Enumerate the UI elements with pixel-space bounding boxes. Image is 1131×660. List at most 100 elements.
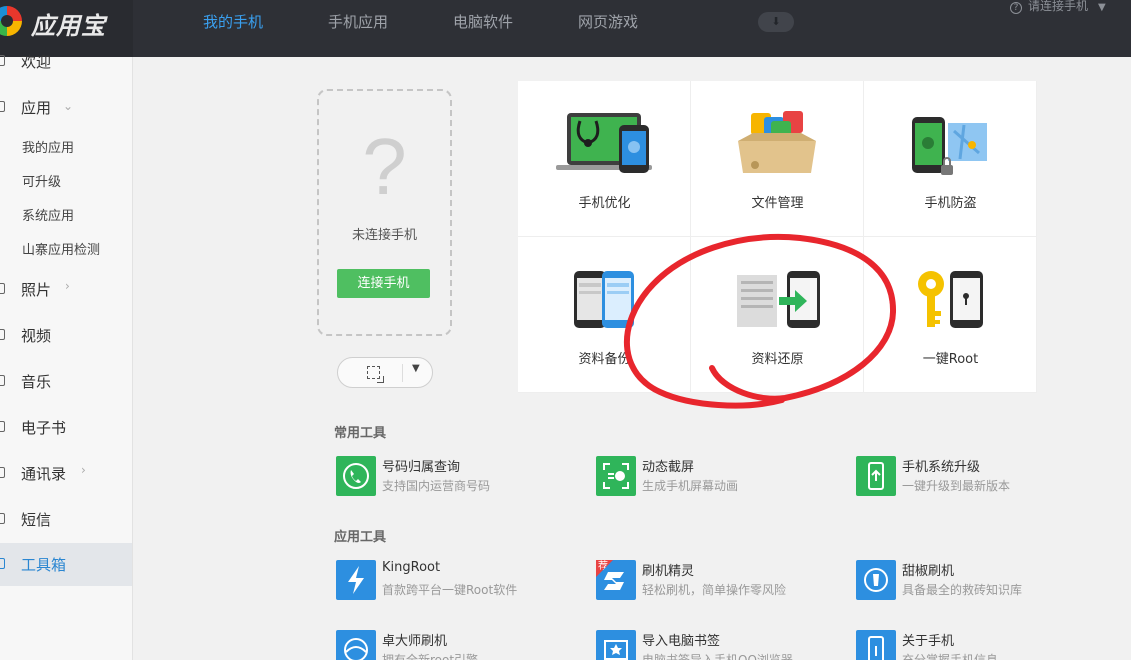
lightning-icon (336, 560, 376, 600)
sidebar-item-ebook[interactable]: 电子书 (0, 417, 132, 439)
tool-phone-lookup[interactable]: 号码归属查询 支持国内运营商号码 (336, 456, 576, 500)
sidebar-sub-upgradable[interactable]: 可升级 (22, 171, 61, 190)
sidebar-item-label: 音乐 (21, 373, 52, 391)
top-bar: 应用宝 我的手机 手机应用 电脑软件 网页游戏 ⬇ ? 请连接手机 ▼ (0, 0, 1131, 57)
connect-hint[interactable]: ? 请连接手机 ▼ (1010, 0, 1106, 14)
tool-desc: 轻松刷机，简单操作零风险 (642, 583, 787, 597)
grid-item-backup[interactable]: 资料备份 (518, 237, 691, 393)
tool-about-phone[interactable]: 关于手机 充分掌握手机信息 (856, 630, 1096, 660)
chevron-down-icon[interactable]: ▼ (412, 363, 420, 374)
sidebar-item-sms[interactable]: 短信 (0, 509, 132, 531)
connect-hint-text: 请连接手机 (1028, 0, 1089, 13)
tool-master-flash[interactable]: 卓大师刷机 拥有全新root引擎 (336, 630, 576, 660)
tab-pc-software[interactable]: 电脑软件 (453, 11, 513, 32)
chevron-down-icon: ⌄ (63, 99, 74, 113)
file-manage-icon (738, 111, 816, 173)
tool-system-upgrade[interactable]: 手机系统升级 一键升级到最新版本 (856, 456, 1096, 500)
feature-grid: 手机优化 文件管理 手机防盗 资料备份 资料还原 一键Root (518, 81, 1037, 393)
master-flash-icon (336, 630, 376, 660)
grid-item-label: 手机防盗 (924, 196, 977, 211)
download-manager-button[interactable]: ⬇ (758, 12, 794, 32)
logo: 应用宝 (0, 0, 133, 57)
grid-item-label: 资料还原 (751, 352, 804, 367)
sidebar-item-video[interactable]: 视频 (0, 325, 132, 347)
screenshot-button[interactable]: ▼ (337, 357, 433, 388)
contacts-icon (0, 467, 5, 478)
tool-desc: 具备最全的救砖知识库 (902, 583, 1023, 597)
grid-item-file-manage[interactable]: 文件管理 (691, 81, 864, 237)
crop-icon (367, 366, 384, 383)
anti-theft-icon (912, 117, 987, 175)
bookmark-import-icon (596, 630, 636, 660)
tool-sweet-pepper[interactable]: 甜椒刷机 具备最全的救砖知识库 (856, 560, 1096, 604)
app-tools-title: 应用工具 (334, 530, 387, 545)
sidebar-item-apps[interactable]: 应用 ⌄ (0, 97, 132, 119)
sidebar-sub-system-apps[interactable]: 系统应用 (22, 205, 74, 224)
grid-item-label: 资料备份 (578, 352, 631, 367)
chevron-right-icon: › (65, 279, 70, 293)
sms-icon (0, 513, 5, 524)
tool-name: 刷机精灵 (642, 564, 695, 579)
sidebar-item-label: 应用 (21, 99, 52, 117)
tool-name: 关于手机 (902, 634, 955, 649)
tool-flash-wizard[interactable]: 荐 刷机精灵 轻松刷机，简单操作零风险 (596, 560, 836, 604)
tool-bookmark-import[interactable]: 导入电脑书签 电脑书签导入手机QQ浏览器 (596, 630, 836, 660)
tool-desc: 首款跨平台一键Root软件 (382, 583, 518, 597)
screen-capture-icon (596, 456, 636, 496)
grid-item-phone-optimize[interactable]: 手机优化 (518, 81, 691, 237)
grid-item-root[interactable]: 一键Root (864, 237, 1037, 393)
music-icon (0, 375, 5, 386)
tool-desc: 生成手机屏幕动画 (642, 479, 739, 493)
ebook-icon (0, 421, 5, 432)
tool-desc: 支持国内运营商号码 (382, 479, 491, 493)
video-icon (0, 329, 5, 340)
sidebar-item-music[interactable]: 音乐 (0, 371, 132, 393)
connect-phone-button[interactable]: 连接手机 (337, 269, 430, 298)
help-icon: ? (1010, 2, 1022, 14)
sidebar-item-toolbox[interactable]: 工具箱 (0, 543, 132, 586)
chevron-right-icon: › (81, 463, 86, 477)
phone-lookup-icon (336, 456, 376, 496)
sidebar-item-label: 照片 (21, 281, 52, 299)
welcome-icon (0, 55, 5, 66)
about-phone-icon (856, 630, 896, 660)
divider (402, 364, 403, 382)
sidebar-item-contacts[interactable]: 通讯录 › (0, 463, 132, 485)
sidebar-sub-fake-app-check[interactable]: 山寨应用检测 (22, 239, 100, 258)
grid-item-anti-theft[interactable]: 手机防盗 (864, 81, 1037, 237)
phone-status: 未连接手机 (351, 228, 417, 243)
sidebar-item-label: 工具箱 (21, 556, 67, 574)
toolbox-icon (0, 558, 5, 569)
phone-card: ? 未连接手机 连接手机 (317, 89, 452, 336)
tool-desc: 一键升级到最新版本 (902, 479, 1011, 493)
sidebar-item-label: 通讯录 (21, 465, 67, 483)
tool-desc: 拥有全新root引擎 (382, 653, 479, 660)
common-tools-title: 常用工具 (334, 426, 387, 441)
tool-name: 甜椒刷机 (902, 564, 955, 579)
tool-name: 导入电脑书签 (642, 634, 721, 649)
system-upgrade-icon (856, 456, 896, 496)
sidebar: 欢迎 应用 ⌄ 我的应用 可升级 系统应用 山寨应用检测 照片 › 视频 音乐 … (0, 53, 133, 660)
logo-text: 应用宝 (31, 12, 106, 40)
sidebar-item-label: 视频 (21, 327, 52, 345)
tab-phone-apps[interactable]: 手机应用 (328, 11, 388, 32)
sidebar-item-welcome[interactable]: 欢迎 (0, 51, 132, 75)
sidebar-item-label: 短信 (21, 511, 52, 529)
phone-optimize-icon (556, 113, 652, 173)
tool-name: KingRoot (382, 560, 441, 575)
sidebar-item-label: 欢迎 (21, 53, 52, 71)
tab-web-games[interactable]: 网页游戏 (578, 11, 638, 32)
sidebar-item-photos[interactable]: 照片 › (0, 279, 132, 301)
photo-icon (0, 283, 5, 294)
phone-placeholder-icon: ? (362, 122, 407, 211)
grid-item-label: 文件管理 (751, 196, 804, 211)
tab-my-phone[interactable]: 我的手机 (203, 11, 263, 32)
backup-icon (574, 271, 634, 328)
grid-item-restore[interactable]: 资料还原 (691, 237, 864, 393)
tool-name: 手机系统升级 (902, 460, 981, 475)
sidebar-sub-my-apps[interactable]: 我的应用 (22, 137, 74, 156)
restore-icon (737, 271, 820, 328)
tool-screen-capture[interactable]: 动态截屏 生成手机屏幕动画 (596, 456, 836, 500)
tool-kingroot[interactable]: KingRoot 首款跨平台一键Root软件 (336, 560, 576, 604)
grid-item-label: 一键Root (922, 352, 979, 367)
